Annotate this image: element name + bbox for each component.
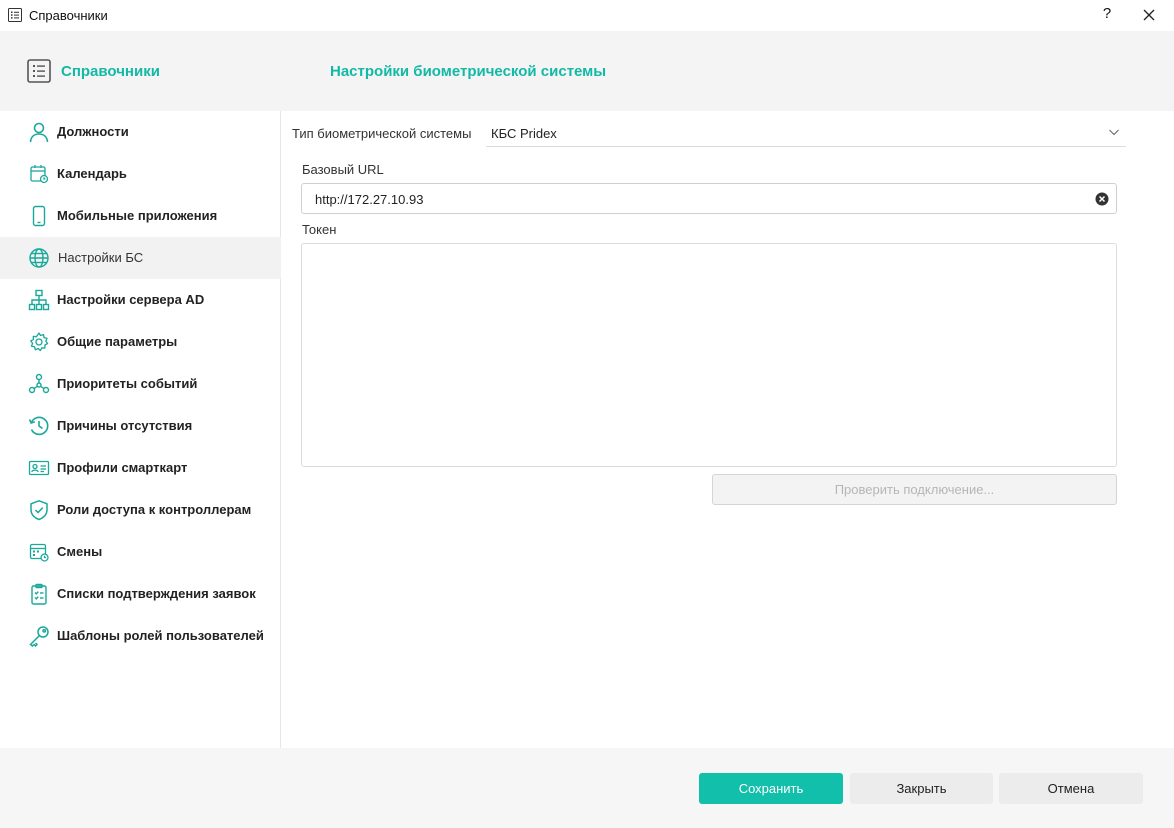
sidebar-item-mobile-apps[interactable]: Мобильные приложения — [0, 195, 281, 237]
sidebar-item-calendar[interactable]: Календарь — [0, 153, 281, 195]
base-url-field — [301, 183, 1117, 214]
token-textarea[interactable] — [301, 243, 1117, 467]
header: Справочники Настройки биометрической сис… — [0, 31, 1174, 111]
base-url-input[interactable] — [315, 190, 1075, 208]
nodes-icon — [28, 373, 50, 394]
clear-icon[interactable] — [1095, 192, 1109, 206]
page-title: Настройки биометрической системы — [330, 63, 607, 80]
sidebar-item-positions[interactable]: Должности — [0, 111, 281, 153]
chevron-down-icon — [1109, 129, 1119, 136]
base-url-label: Базовый URL — [302, 162, 384, 177]
list-icon — [8, 8, 22, 22]
key-icon — [29, 626, 49, 647]
dialog-window: Справочники ? Справочники Настройки биом… — [0, 0, 1174, 828]
save-button[interactable]: Сохранить — [699, 773, 843, 804]
shift-calendar-icon — [29, 543, 49, 562]
sidebar-item-ad-server[interactable]: Настройки сервера AD — [0, 279, 281, 321]
sidebar-item-user-role-templates[interactable]: Шаблоны ролей пользователей — [0, 615, 281, 657]
token-label: Токен — [302, 222, 337, 237]
check-connection-button[interactable]: Проверить подключение... — [712, 474, 1117, 505]
bs-type-label: Тип биометрической системы — [292, 126, 472, 141]
close-icon[interactable] — [1138, 4, 1160, 26]
close-button[interactable]: Закрыть — [850, 773, 993, 804]
globe-icon — [29, 248, 49, 268]
sidebar-item-controller-access-roles[interactable]: Роли доступа к контроллерам — [0, 489, 281, 531]
shield-check-icon — [30, 500, 48, 521]
sidebar-item-bs-settings[interactable]: Настройки БС — [0, 237, 281, 279]
clock-history-icon — [28, 416, 49, 436]
help-button[interactable]: ? — [1098, 5, 1116, 25]
calendar-icon — [30, 165, 49, 184]
sidebar-item-general-params[interactable]: Общие параметры — [0, 321, 281, 363]
list-icon — [27, 59, 51, 83]
mobile-phone-icon — [32, 205, 46, 227]
title-bar: Справочники ? — [0, 0, 1174, 31]
section-title: Справочники — [61, 63, 160, 80]
sidebar-item-request-confirmation-lists[interactable]: Списки подтверждения заявок — [0, 573, 281, 615]
person-icon — [29, 122, 49, 143]
sidebar: Должности Календарь Мобильные приложения… — [0, 111, 281, 748]
bs-type-select[interactable]: КБС Pridex — [486, 121, 1126, 147]
network-tree-icon — [28, 289, 50, 311]
sidebar-item-shifts[interactable]: Смены — [0, 531, 281, 573]
cancel-button[interactable]: Отмена — [999, 773, 1143, 804]
bs-type-value: КБС Pridex — [491, 126, 557, 141]
footer: Сохранить Закрыть Отмена — [0, 748, 1174, 828]
gear-icon — [30, 332, 49, 352]
sidebar-item-event-priorities[interactable]: Приоритеты событий — [0, 363, 281, 405]
clipboard-check-icon — [31, 583, 47, 605]
sidebar-item-smartcard-profiles[interactable]: Профили смарткарт — [0, 447, 281, 489]
id-card-icon — [28, 460, 50, 476]
settings-form: Тип биометрической системы КБС Pridex Ба… — [282, 111, 1174, 748]
window-title: Справочники — [29, 8, 108, 23]
sidebar-item-absence-reasons[interactable]: Причины отсутствия — [0, 405, 281, 447]
